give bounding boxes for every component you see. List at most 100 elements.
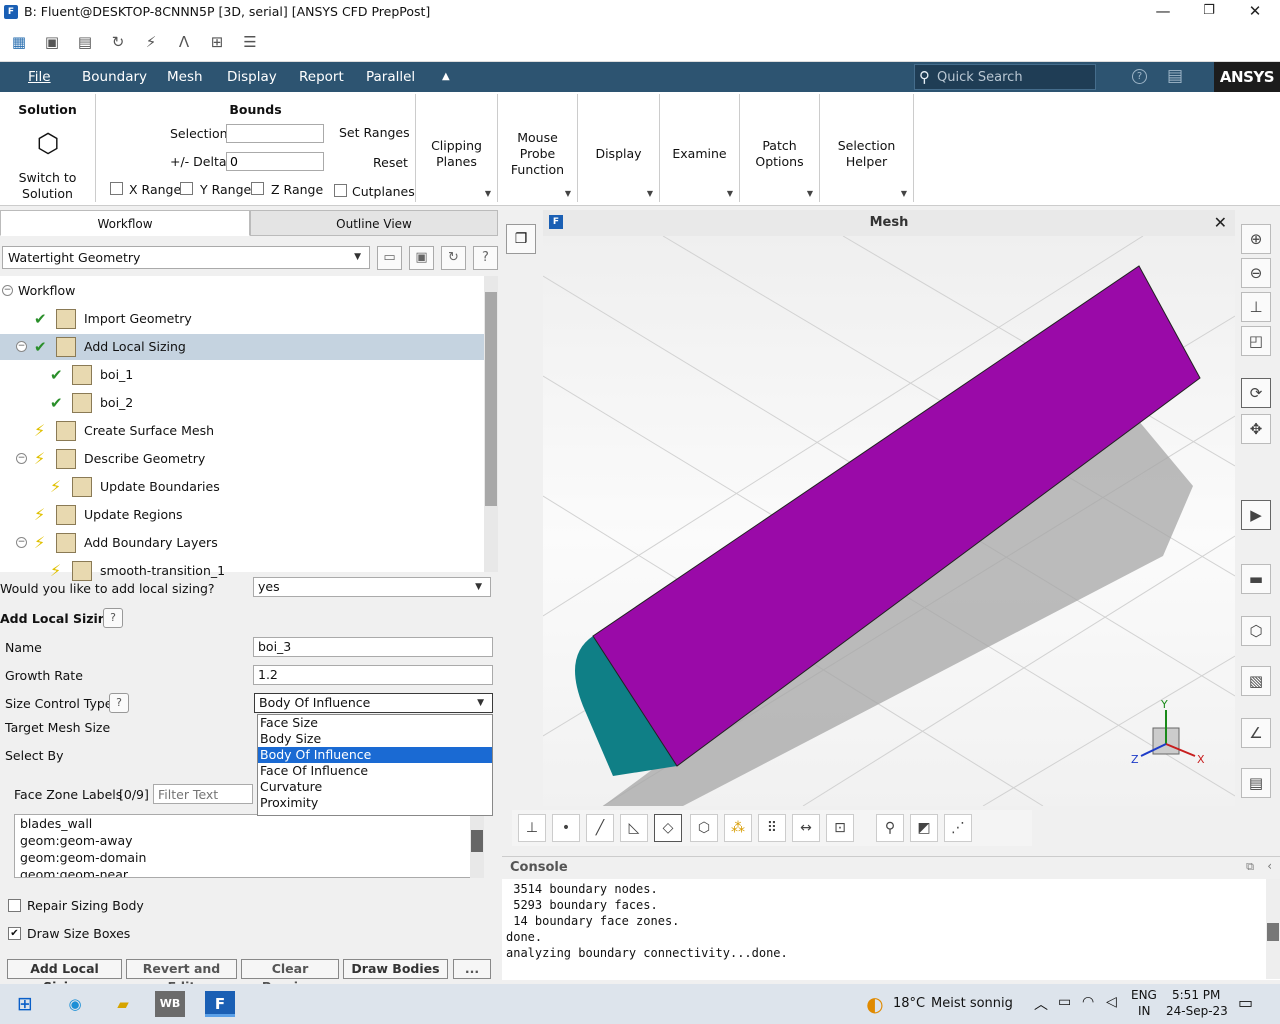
clock-time[interactable]: 5:51 PM [1172,988,1220,1002]
set-ranges-button[interactable]: Set Ranges [339,125,410,140]
switch-to-solution-button[interactable]: Switch to Solution [0,170,95,202]
filter-text-input[interactable] [153,784,253,804]
cutplanes-checkbox[interactable] [334,184,347,197]
list-item[interactable]: geom:geom-near [15,866,483,877]
size-control-select[interactable]: Body Of Influence ▼ [254,693,493,713]
nodes-select-icon[interactable]: ⠿ [758,814,786,842]
display-dropdown-icon[interactable]: ▼ [647,189,653,198]
section-help-icon[interactable]: ? [103,608,123,628]
growth-rate-field[interactable]: 1.2 [253,665,493,685]
delta-input[interactable] [226,152,324,171]
menu-report[interactable]: Report [299,62,344,92]
repair-sizing-checkbox[interactable] [8,899,21,912]
region-code[interactable]: IN [1138,1004,1151,1018]
tree-node[interactable]: ✔ Import Geometry [0,306,484,332]
axes-select-icon[interactable]: ⊥ [518,814,546,842]
clipping-planes-group[interactable]: Clipping Planes ▼ [416,94,498,202]
more-options-button[interactable]: ... [453,959,491,979]
tree-node[interactable]: ⚡ Update Boundaries [0,474,484,500]
selection-helper-dropdown-icon[interactable]: ▼ [901,189,907,198]
windows-start-icon[interactable]: ⊞ [8,988,42,1020]
patch-dropdown-icon[interactable]: ▼ [807,189,813,198]
add-local-sizing-button[interactable]: Add Local Sizing [7,959,122,994]
highlight-icon[interactable]: ▶ [1241,500,1271,530]
list-item[interactable]: geom:geom-domain [15,849,483,866]
notes-icon[interactable]: ▤ [1167,66,1183,86]
menu-display[interactable]: Display [227,62,277,92]
collapse-ribbon-icon[interactable]: ▲ [442,62,450,92]
menu-file[interactable]: File [28,62,51,92]
body-select-icon[interactable]: ⬡ [690,814,718,842]
mesh-check-icon[interactable]: ⚡ [141,33,161,51]
list-item[interactable]: blades_wall [15,815,483,832]
dropdown-option[interactable]: Face Of Influence [258,763,492,779]
mouse-probe-group[interactable]: Mouse Probe Function ▼ [498,94,578,202]
weather-icon[interactable]: ◐ [858,988,892,1020]
help-icon[interactable]: ? [1132,69,1147,84]
size-control-help-icon[interactable]: ? [109,693,129,713]
tree-node[interactable]: ✔ boi_1 [0,362,484,388]
console-scrollbar[interactable] [1266,879,1280,979]
edge-browser-icon[interactable]: ◉ [58,988,92,1020]
selection-input[interactable] [226,124,324,143]
menu-mesh[interactable]: Mesh [167,62,203,92]
box-select-icon[interactable]: ⊡ [826,814,854,842]
collapse-icon[interactable]: − [16,537,27,548]
read-case-icon[interactable]: ▦ [9,33,29,51]
minimize-button[interactable]: — [1140,0,1186,24]
language-code[interactable]: ENG [1131,988,1157,1002]
layers-icon[interactable]: ▧ [1241,666,1271,696]
tree-scrollbar[interactable] [484,276,498,572]
name-field[interactable]: boi_3 [253,637,493,657]
dropdown-option[interactable]: Curvature [258,779,492,795]
copy-view-icon[interactable]: ❐ [506,224,536,254]
battery-icon[interactable]: ▭ [1058,994,1071,1010]
connect-icon[interactable]: ↔ [792,814,820,842]
viewport-close-icon[interactable]: ✕ [1214,213,1227,232]
refresh-workflow-icon[interactable]: ↻ [441,246,466,270]
mouse-probe-dropdown-icon[interactable]: ▼ [565,189,571,198]
list-item[interactable]: geom:geom-away [15,832,483,849]
clear-preview-button[interactable]: Clear Preview [241,959,339,994]
tree-node[interactable]: ✔ boi_2 [0,390,484,416]
rotate-icon[interactable]: ⟳ [1241,378,1271,408]
examine-group[interactable]: Examine ▼ [660,94,740,202]
notifications-icon[interactable]: ▭ [1238,993,1253,1012]
open-workflow-icon[interactable]: ▭ [377,246,402,270]
workflow-help-icon[interactable]: ? [473,246,498,270]
tree-node[interactable]: − Workflow [0,278,484,304]
ansys-a-icon[interactable]: Λ [174,33,194,51]
tree-node[interactable]: ⚡ Update Regions [0,502,484,528]
clock-date[interactable]: 24-Sep-23 [1166,1004,1228,1018]
console-float-icon[interactable]: ⧉ [1246,860,1254,874]
close-button[interactable]: ✕ [1232,0,1278,24]
collapse-icon[interactable]: − [2,285,13,296]
menu-boundary[interactable]: Boundary [82,62,147,92]
tray-chevron-icon[interactable]: ︿ [1034,994,1048,1014]
display-group[interactable]: Display ▼ [578,94,660,202]
x-range-checkbox[interactable] [110,182,123,195]
switch-solution-icon[interactable]: ⬡ [31,128,65,160]
collapse-icon[interactable]: − [16,341,27,352]
graphics-viewport[interactable]: F Mesh ✕ Y X Z [543,210,1235,806]
dropdown-option[interactable]: Body Size [258,731,492,747]
ruler-icon[interactable]: ∠ [1241,718,1271,748]
point-select-icon[interactable]: • [552,814,580,842]
network-icon[interactable]: ⋰ [944,814,972,842]
zoom-in-icon[interactable]: ⊕ [1241,224,1271,254]
z-range-checkbox[interactable] [251,182,264,195]
reset-button[interactable]: Reset [373,155,408,170]
console-collapse-icon[interactable]: ‹ [1267,859,1272,873]
parameters-icon[interactable]: ⊞ [207,33,227,51]
probe-icon[interactable]: ⚲ [876,814,904,842]
cells-select-icon[interactable]: ⁂ [724,814,752,842]
draw-bodies-button[interactable]: Draw Bodies [343,959,448,979]
tree-node[interactable]: ⚡ Create Surface Mesh [0,418,484,444]
collapse-icon[interactable]: − [16,453,27,464]
examine-dropdown-icon[interactable]: ▼ [727,189,733,198]
patch-options-group[interactable]: Patch Options ▼ [740,94,820,202]
dropdown-option[interactable]: Body Of Influence [258,747,492,763]
revert-and-edit-button[interactable]: Revert and Edit [126,959,237,994]
workbench-icon[interactable]: WB [155,991,185,1017]
console-output[interactable]: 3514 boundary nodes. 5293 boundary faces… [506,881,788,961]
